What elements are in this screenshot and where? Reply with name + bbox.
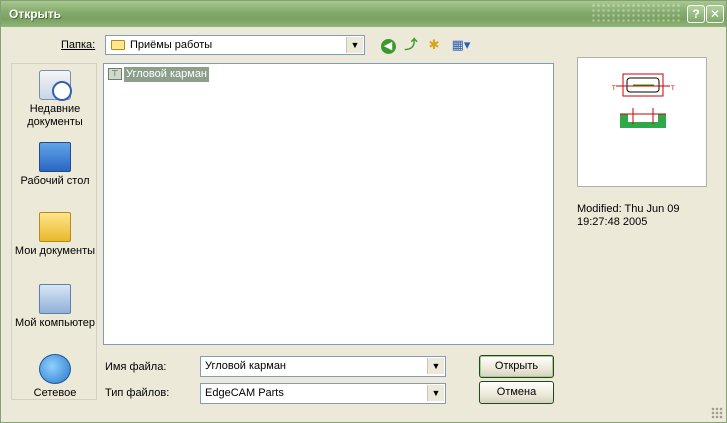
close-button[interactable]: ✕ xyxy=(706,5,724,23)
open-dialog: Открыть ? ✕ Папка: Приёмы работы ▼ ◀ ⤴ ✱… xyxy=(0,0,727,423)
help-button[interactable]: ? xyxy=(687,5,705,23)
modified-info: Modified: Thu Jun 09 19:27:48 2005 xyxy=(577,203,717,229)
modified-date: Modified: Thu Jun 09 xyxy=(577,203,680,215)
filetype-value: EdgeCAM Parts xyxy=(205,387,284,399)
filename-label: Имя файла: xyxy=(105,361,167,373)
file-list[interactable]: ⊤ Угловой карман xyxy=(103,63,554,345)
place-label: Мой компьютер xyxy=(14,317,96,329)
svg-text:T: T xyxy=(670,85,675,92)
title-bar[interactable]: Открыть ? ✕ xyxy=(1,1,726,27)
part-preview-image: T T xyxy=(611,73,675,128)
new-folder-icon[interactable]: ✱ xyxy=(425,36,443,54)
preview-pane: T T xyxy=(577,57,707,187)
folder-label-text: Папка: xyxy=(61,39,96,51)
recent-documents-icon xyxy=(39,70,72,101)
part-file-icon: ⊤ xyxy=(108,68,122,80)
up-folder-icon[interactable]: ⤴ xyxy=(402,36,420,54)
title-bar-pattern xyxy=(591,3,681,23)
place-recent-documents[interactable]: Недавние документы xyxy=(12,70,98,129)
place-label: Недавние документы xyxy=(27,103,83,128)
place-label: Мои документы xyxy=(14,245,96,257)
window-title: Открыть xyxy=(9,7,62,21)
folder-label: Папка: xyxy=(61,39,95,51)
place-desktop[interactable]: Рабочий стол xyxy=(12,142,98,188)
place-my-documents[interactable]: Мои документы xyxy=(12,212,98,258)
network-icon xyxy=(39,354,71,384)
back-icon[interactable]: ◀ xyxy=(379,36,397,54)
filename-value: Угловой карман xyxy=(205,360,287,372)
resize-grip[interactable] xyxy=(711,407,723,419)
place-label: Сетевое xyxy=(33,387,77,399)
folder-value: Приёмы работы xyxy=(130,39,213,51)
desktop-icon xyxy=(39,142,71,172)
cancel-button[interactable]: Отмена xyxy=(479,381,554,404)
modified-time: 19:27:48 2005 xyxy=(577,216,648,228)
my-documents-icon xyxy=(39,212,71,242)
folder-combo[interactable]: Приёмы работы ▼ xyxy=(105,35,365,55)
chevron-down-icon[interactable]: ▼ xyxy=(427,358,444,374)
my-computer-icon xyxy=(39,284,71,314)
place-network[interactable]: Сетевое xyxy=(12,354,98,400)
file-name: Угловой карман xyxy=(124,67,210,82)
folder-icon xyxy=(111,40,125,50)
places-bar: Недавние документы Рабочий стол Мои доку… xyxy=(11,63,97,400)
filetype-label: Тип файлов: xyxy=(105,387,170,399)
chevron-down-icon[interactable]: ▼ xyxy=(346,37,363,53)
open-button[interactable]: Открыть xyxy=(479,355,554,378)
chevron-down-icon[interactable]: ▼ xyxy=(427,385,444,401)
svg-text:T: T xyxy=(611,85,616,92)
filetype-select[interactable]: EdgeCAM Parts ▼ xyxy=(200,383,446,404)
filename-field[interactable]: Угловой карман ▼ xyxy=(200,356,446,377)
place-label: Рабочий стол xyxy=(20,175,90,187)
views-menu-icon[interactable]: ▦▾ xyxy=(449,36,473,54)
place-my-computer[interactable]: Мой компьютер xyxy=(12,284,98,330)
